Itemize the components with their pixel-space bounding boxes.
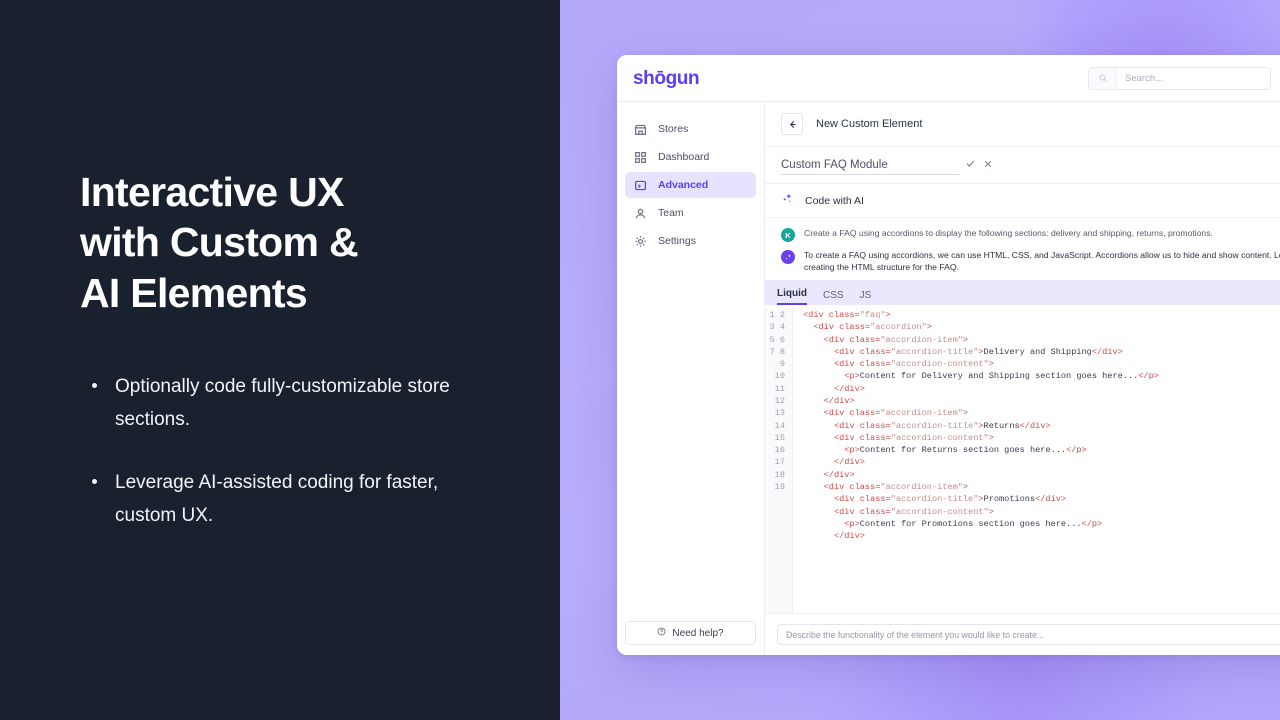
- chat-transcript: K Create a FAQ using accordions to displ…: [765, 218, 1280, 280]
- code-editor: Liquid CSS JS 1 2 3 4 5 6 7 8 9 10 11 12…: [765, 279, 1280, 613]
- close-icon[interactable]: [983, 156, 993, 174]
- element-name-input[interactable]: [781, 155, 959, 175]
- terminal-icon: [634, 179, 647, 192]
- sidebar-item-label: Stores: [658, 123, 689, 135]
- prompt-input[interactable]: [777, 624, 1280, 645]
- sidebar-item-settings[interactable]: Settings: [625, 228, 756, 254]
- code-with-ai-label: Code with AI: [805, 194, 864, 207]
- avatar: K: [781, 228, 795, 242]
- bullet-dot-icon: [92, 382, 97, 388]
- grid-icon: [634, 151, 647, 164]
- need-help-button[interactable]: Need help?: [625, 621, 756, 645]
- gear-icon: [634, 235, 647, 248]
- tab-css[interactable]: CSS: [823, 290, 844, 305]
- bullet-text: Optionally code fully-customizable store…: [115, 375, 450, 430]
- app-window: shōgun Stores: [617, 55, 1280, 655]
- app-topbar: shōgun: [617, 55, 1280, 102]
- sparkles-icon: [781, 192, 794, 210]
- back-button[interactable]: [781, 113, 803, 135]
- sidebar-item-team[interactable]: Team: [625, 200, 756, 226]
- code-tabs: Liquid CSS JS: [765, 279, 1280, 305]
- search-icon: [1089, 67, 1117, 89]
- user-icon: [634, 207, 647, 220]
- code-with-ai-row[interactable]: Code with AI: [765, 184, 1280, 218]
- pane-title: New Custom Element: [816, 118, 923, 130]
- prompt-bar: [765, 613, 1280, 655]
- headline-line-1: Interactive UX: [80, 169, 344, 216]
- sidebar-item-dashboard[interactable]: Dashboard: [625, 144, 756, 170]
- sidebar-item-advanced[interactable]: Advanced: [625, 172, 756, 198]
- tab-liquid[interactable]: Liquid: [777, 288, 807, 305]
- sidebar-item-label: Settings: [658, 235, 696, 247]
- sidebar-item-label: Advanced: [658, 179, 709, 191]
- search-field[interactable]: [1088, 66, 1271, 90]
- check-icon[interactable]: [965, 156, 976, 174]
- sidebar: Stores Dashboard Advanced Team Settings …: [617, 102, 765, 655]
- code-area[interactable]: 1 2 3 4 5 6 7 8 9 10 11 12 13 14 15 16 1…: [765, 304, 1280, 613]
- shogun-logo[interactable]: shōgun: [633, 69, 700, 88]
- chat-message-text: To create a FAQ using accordions, we can…: [804, 250, 1280, 273]
- pane-header: New Custom Element: [765, 102, 1280, 147]
- list-item: Leverage AI-assisted coding for faster, …: [80, 466, 480, 533]
- store-icon: [634, 123, 647, 136]
- chat-message-text: Create a FAQ using accordions to display…: [804, 228, 1213, 238]
- list-item: Optionally code fully-customizable store…: [80, 370, 480, 437]
- main-pane: New Custom Element Custom FAQ Module Cod…: [765, 102, 1280, 655]
- need-help-label: Need help?: [672, 627, 724, 639]
- sidebar-item-label: Dashboard: [658, 151, 710, 163]
- bullet-list: Optionally code fully-customizable store…: [80, 370, 480, 533]
- bullet-dot-icon: [92, 479, 97, 485]
- line-number-gutter: 1 2 3 4 5 6 7 8 9 10 11 12 13 14 15 16 1…: [765, 308, 793, 613]
- sidebar-item-stores[interactable]: Stores: [625, 116, 756, 142]
- element-name-row: [765, 147, 1280, 184]
- page-title: Interactive UX with Custom & AI Elements: [80, 167, 480, 317]
- chat-message-ai: To create a FAQ using accordions, we can…: [781, 249, 1280, 274]
- headline-line-2: with Custom &: [80, 219, 359, 266]
- bullet-text: Leverage AI-assisted coding for faster, …: [115, 472, 439, 527]
- sparkles-avatar-icon: [781, 250, 795, 264]
- tab-js[interactable]: JS: [860, 290, 872, 305]
- slide-text-panel: Interactive UX with Custom & AI Elements…: [0, 0, 560, 720]
- slide-visual-panel: shōgun Stores: [560, 0, 1280, 720]
- question-circle-icon: [657, 627, 666, 639]
- chat-message-user: K Create a FAQ using accordions to displ…: [781, 227, 1280, 242]
- search-input[interactable]: [1117, 72, 1270, 84]
- sidebar-item-label: Team: [658, 207, 684, 219]
- headline-line-3: AI Elements: [80, 269, 308, 316]
- code-content[interactable]: <div class="faq"> <div class="accordion"…: [793, 309, 1280, 613]
